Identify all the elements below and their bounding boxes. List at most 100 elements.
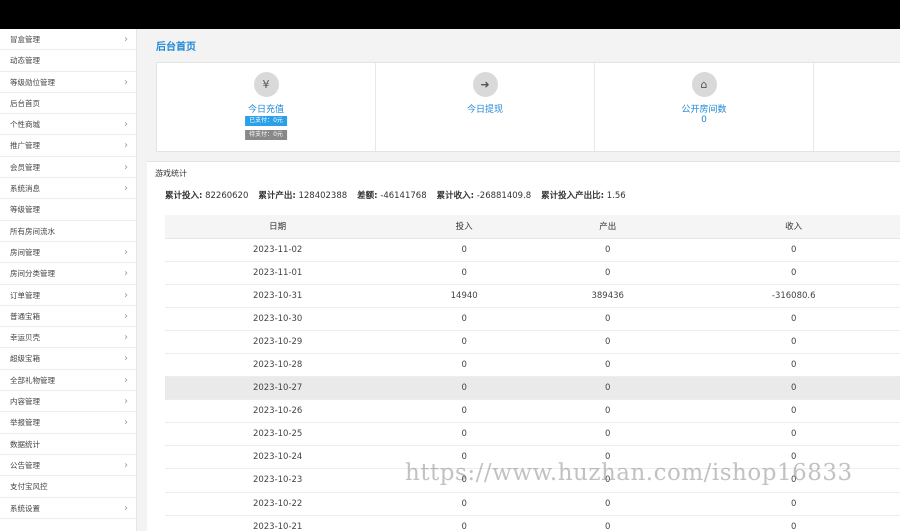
sidebar-item-label: 支付宝风控 — [10, 482, 48, 492]
table-row[interactable]: 2023-10-28 0 0 0 — [165, 353, 900, 378]
table-row[interactable]: 2023-10-22 0 0 0 — [165, 492, 900, 516]
sidebar-item[interactable]: 超级宝箱 › — [0, 348, 136, 370]
sidebar-item[interactable]: 公告管理 › — [0, 455, 136, 477]
sidebar-item[interactable]: 房间分类管理 › — [0, 263, 136, 285]
sidebar-item[interactable]: 举报管理 › — [0, 412, 136, 434]
sidebar-item-label: 个性商城 — [10, 120, 40, 130]
withdraw-icon: ➜ — [472, 72, 498, 97]
cell-income: 0 — [677, 468, 900, 493]
table-row[interactable]: 2023-10-25 0 0 0 — [165, 422, 900, 447]
sidebar-item-label: 房间管理 — [10, 247, 40, 257]
chevron-right-icon: › — [124, 183, 128, 195]
sidebar-item[interactable]: 动态管理 — [0, 50, 136, 72]
cell-input: 0 — [390, 353, 539, 378]
cell-date: 2023-10-23 — [165, 468, 391, 493]
cell-date: 2023-10-27 — [165, 376, 391, 401]
card-public-rooms[interactable]: ⌂ 公开房间数 0 — [595, 63, 814, 151]
summary-label: 累计收入: — [436, 191, 475, 201]
chevron-right-icon: › — [124, 268, 128, 280]
cell-input: 0 — [390, 515, 539, 531]
cell-income: 0 — [677, 399, 900, 424]
table-row[interactable]: 2023-10-29 0 0 0 — [165, 330, 900, 354]
table-row[interactable]: 2023-11-01 0 0 0 — [165, 261, 900, 285]
sidebar-item-label: 数据统计 — [10, 439, 40, 449]
cell-input: 0 — [390, 422, 539, 447]
table-row[interactable]: 2023-10-21 0 0 0 — [165, 515, 900, 531]
summary-item: 累计产出: 128402388 — [258, 191, 347, 201]
cell-income: 0 — [677, 445, 900, 470]
sidebar-item[interactable]: 系统消息 › — [0, 178, 136, 200]
sidebar-item[interactable]: 数据统计 — [0, 434, 136, 455]
sidebar-item[interactable]: 支付宝风控 — [0, 476, 136, 498]
sidebar-item-label: 全部礼物管理 — [10, 375, 55, 385]
cell-output: 0 — [538, 376, 678, 401]
table-row[interactable]: 2023-10-26 0 0 0 — [165, 399, 900, 424]
cell-output: 0 — [538, 492, 678, 516]
cell-date: 2023-10-25 — [165, 422, 391, 447]
sidebar-item[interactable]: 后台首页 — [0, 93, 136, 115]
sidebar-item[interactable]: 所有房间流水 — [0, 221, 136, 242]
cell-input: 0 — [390, 330, 539, 354]
summary-item: 累计收入: -26881409.8 — [437, 191, 532, 201]
sidebar-item[interactable]: 房间管理 › — [0, 242, 136, 264]
money-icon: ¥ — [253, 72, 279, 97]
card-today-withdraw[interactable]: ➜ 今日提现 — [376, 63, 595, 151]
cell-income: 0 — [677, 238, 900, 262]
cell-input: 0 — [390, 307, 539, 331]
sidebar-item[interactable]: 等级勋位管理 › — [0, 72, 136, 93]
sidebar-item[interactable]: 全部礼物管理 › — [0, 370, 136, 392]
cell-output: 0 — [538, 353, 678, 378]
sidebar-item[interactable]: 内容管理 › — [0, 391, 136, 413]
summary-label: 差额: — [357, 191, 378, 201]
sidebar-item-label: 系统设置 — [10, 503, 40, 513]
cell-income: 0 — [677, 261, 900, 285]
sidebar-item-label: 超级宝箱 — [10, 354, 40, 364]
column-header-output: 产出 — [538, 215, 678, 239]
chevron-right-icon: › — [124, 310, 128, 322]
sidebar-item[interactable]: 订单管理 › — [0, 285, 136, 306]
cell-date: 2023-10-21 — [165, 515, 391, 531]
sidebar-item-label: 推广管理 — [10, 141, 40, 151]
cell-input: 0 — [390, 468, 539, 493]
cell-input: 0 — [390, 399, 539, 424]
sidebar-item[interactable]: 系统设置 › — [0, 498, 136, 519]
card-label: 今日提现 — [466, 105, 503, 115]
cell-output: 0 — [538, 468, 678, 493]
cell-input: 0 — [390, 238, 539, 262]
cell-income: 0 — [677, 515, 900, 531]
cell-income: 0 — [677, 376, 900, 401]
chevron-right-icon: › — [124, 417, 128, 429]
summary-item: 差额: -46141768 — [357, 191, 426, 201]
summary-cards: ¥ 今日充值 已支付：0元 待支付：0元 ➜ 今日提现 ⌂ 公开房间数 0 — [156, 62, 900, 152]
sidebar-item[interactable]: 普通宝箱 › — [0, 306, 136, 328]
table-row[interactable]: 2023-10-24 0 0 0 — [165, 445, 900, 470]
sidebar-item[interactable]: 等级管理 — [0, 199, 136, 221]
table-row[interactable]: 2023-11-02 0 0 0 — [165, 238, 900, 262]
cell-date: 2023-10-22 — [165, 492, 391, 516]
cell-input: 0 — [390, 376, 539, 401]
sidebar-item[interactable]: 会员管理 › — [0, 157, 136, 179]
cell-date: 2023-11-02 — [165, 238, 391, 262]
page-title: 后台首页 — [156, 42, 196, 53]
cell-output: 0 — [538, 238, 678, 262]
sidebar-item[interactable]: 个性商城 › — [0, 114, 136, 136]
stats-title: 游戏统计 — [155, 169, 187, 178]
cell-output: 0 — [538, 261, 678, 285]
unpaid-badge: 待支付：0元 — [245, 130, 287, 140]
cell-output: 0 — [538, 445, 678, 470]
table-row[interactable]: 2023-10-27 0 0 0 — [165, 376, 900, 401]
cell-date: 2023-10-31 — [165, 284, 391, 308]
sidebar-item-label: 后台首页 — [10, 98, 40, 108]
chevron-right-icon: › — [124, 161, 128, 173]
cell-output: 0 — [538, 422, 678, 447]
sidebar-item[interactable]: 幸运贝壳 › — [0, 327, 136, 349]
summary-label: 累计投入: — [165, 191, 203, 201]
cell-output: 0 — [538, 330, 678, 354]
sidebar-item[interactable]: 推广管理 › — [0, 135, 136, 157]
card-today-recharge[interactable]: ¥ 今日充值 已支付：0元 待支付：0元 — [157, 63, 376, 151]
table-row[interactable]: 2023-10-31 14940 389436 -316080.6 — [165, 284, 900, 308]
sidebar-item[interactable]: 冒盒管理 › — [0, 29, 136, 51]
table-row[interactable]: 2023-10-30 0 0 0 — [165, 307, 900, 331]
chevron-right-icon: › — [124, 332, 128, 344]
table-row[interactable]: 2023-10-23 0 0 0 — [165, 468, 900, 493]
